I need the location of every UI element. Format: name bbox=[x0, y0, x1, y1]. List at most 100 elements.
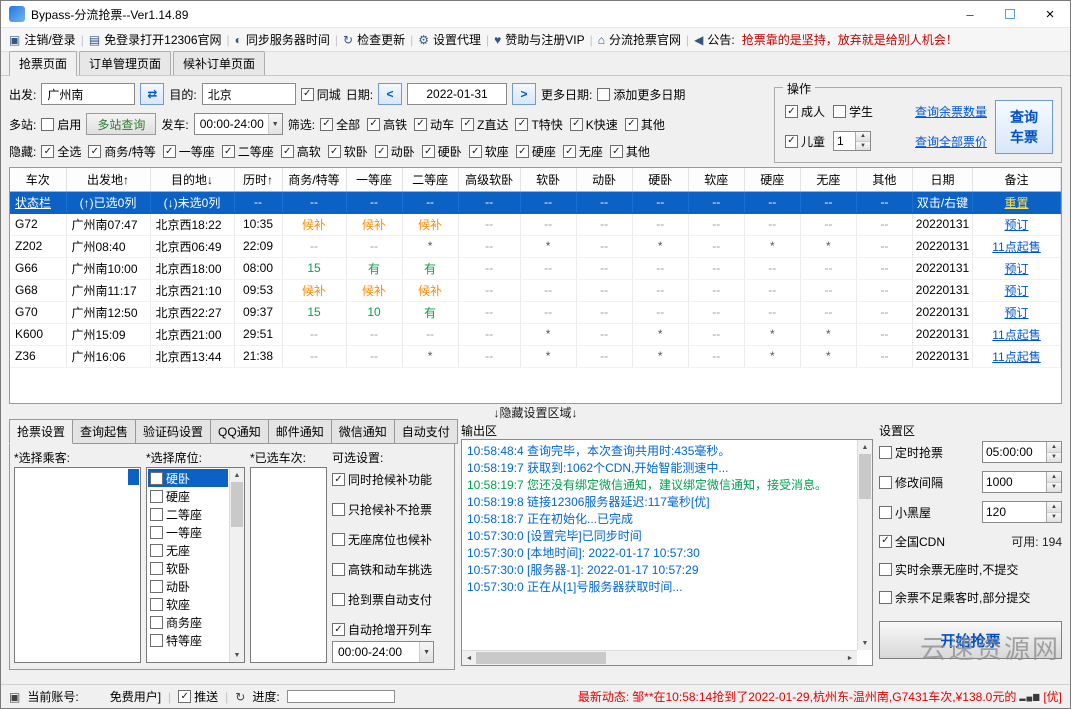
spinner-down-button[interactable]: ▼ bbox=[856, 141, 871, 150]
seat-list-scrollbar[interactable]: ▲ ▼ bbox=[229, 468, 244, 662]
blacklist-checkbox[interactable]: 小黑屋 bbox=[879, 504, 931, 521]
scroll-up-icon[interactable]: ▲ bbox=[858, 440, 872, 454]
column-header[interactable]: 日期 bbox=[912, 168, 973, 192]
menu-sponsor-vip[interactable]: ♥ 赞助与注册VIP bbox=[494, 31, 584, 48]
scroll-track[interactable] bbox=[858, 454, 872, 636]
seat-option[interactable]: 动卧 bbox=[148, 577, 228, 595]
swap-stations-button[interactable]: ⇄ bbox=[140, 83, 165, 105]
optional-setting-checkbox[interactable]: 只抢候补不抢票 bbox=[332, 501, 450, 518]
menu-check-update[interactable]: ↻ 检查更新 bbox=[343, 31, 405, 48]
column-header[interactable]: 动卧 bbox=[576, 168, 633, 192]
action-link[interactable]: 预订 bbox=[1004, 284, 1028, 298]
passenger-listbox[interactable] bbox=[14, 467, 141, 663]
hide-checkbox[interactable]: ✓ 商务/特等 bbox=[88, 143, 156, 160]
tab-wechat-notify[interactable]: 微信通知 bbox=[330, 419, 395, 444]
scroll-thumb[interactable] bbox=[476, 652, 606, 664]
date-input[interactable]: 2022-01-31 bbox=[407, 83, 508, 105]
seat-option[interactable]: 软座 bbox=[148, 595, 228, 613]
column-header[interactable]: 硬卧 bbox=[632, 168, 689, 192]
partial-submit-checkbox[interactable]: 余票不足乘客时,部分提交 bbox=[879, 589, 1030, 606]
hide-checkbox[interactable]: ✓ 硬座 bbox=[515, 143, 556, 160]
train-row[interactable]: G70 广州南12:50 北京西22:27 09:37 15 10 有 -- -- -- -- -- -… bbox=[10, 301, 1061, 324]
filter-checkbox[interactable]: ✓ 全部 bbox=[320, 116, 360, 133]
seat-option[interactable]: 特等座 bbox=[148, 631, 228, 649]
add-more-dates-checkbox[interactable]: 添加更多日期 bbox=[597, 86, 685, 103]
tab-order-management[interactable]: 订单管理页面 bbox=[79, 51, 172, 75]
column-header[interactable]: 二等座 bbox=[402, 168, 459, 192]
menu-set-proxy[interactable]: ⚙ 设置代理 bbox=[418, 31, 481, 48]
column-header[interactable]: 备注 bbox=[972, 168, 1061, 192]
tab-waitlist-orders[interactable]: 候补订单页面 bbox=[173, 51, 266, 75]
hide-checkbox[interactable]: ✓ 无座 bbox=[562, 143, 603, 160]
column-header[interactable]: 出发地↑ bbox=[66, 168, 151, 192]
tab-query-sale[interactable]: 查询起售 bbox=[72, 419, 137, 444]
tab-qq-notify[interactable]: QQ通知 bbox=[210, 419, 269, 444]
seat-option[interactable]: 软卧 bbox=[148, 559, 228, 577]
scroll-thumb[interactable] bbox=[231, 482, 243, 527]
menu-open-12306[interactable]: ▤ 免登录打开12306官网 bbox=[89, 31, 222, 48]
action-link[interactable]: 预订 bbox=[1004, 262, 1028, 276]
hide-checkbox[interactable]: ✓ 软座 bbox=[468, 143, 509, 160]
maximize-button[interactable] bbox=[990, 1, 1030, 27]
minimize-button[interactable]: – bbox=[950, 1, 990, 27]
optional-setting-checkbox[interactable]: ✓ 同时抢候补功能 bbox=[332, 471, 450, 488]
query-price-link[interactable]: 查询全部票价 bbox=[915, 133, 987, 150]
column-header[interactable]: 软卧 bbox=[520, 168, 577, 192]
train-row[interactable]: Z202 广州08:40 北京西06:49 22:09 -- -- * -- * -- * -- * * -… bbox=[10, 235, 1061, 258]
menu-announcement[interactable]: ◀ 公告: bbox=[694, 31, 735, 48]
hide-checkbox[interactable]: ✓ 高软 bbox=[280, 143, 321, 160]
tab-captcha-settings[interactable]: 验证码设置 bbox=[135, 419, 212, 444]
enable-multi-station-checkbox[interactable]: 启用 bbox=[41, 116, 81, 133]
optional-setting-checkbox[interactable]: 高铁和动车挑选 bbox=[332, 561, 450, 578]
spinner-up-button[interactable]: ▲ bbox=[1047, 502, 1061, 513]
filter-checkbox[interactable]: ✓ Z直达 bbox=[461, 116, 508, 133]
seat-listbox[interactable]: 硬卧 硬座 二等座 一等座 无座 软卧 动卧 软座 商务座 特等座 ▲ ▼ bbox=[146, 467, 245, 663]
time-range-select[interactable]: 00:00-24:00 ▼ bbox=[332, 641, 434, 663]
query-remaining-link[interactable]: 查询余票数量 bbox=[915, 103, 987, 120]
column-header[interactable]: 高级软卧 bbox=[458, 168, 521, 192]
filter-checkbox[interactable]: ✓ 其他 bbox=[624, 116, 665, 133]
column-header[interactable]: 商务/特等 bbox=[282, 168, 347, 192]
action-link[interactable]: 11点起售 bbox=[992, 350, 1040, 364]
timed-grab-spinner[interactable]: 05:00:00 ▲ ▼ bbox=[982, 441, 1062, 463]
same-city-checkbox[interactable]: ✓ 同城 bbox=[300, 86, 341, 103]
date-prev-button[interactable]: < bbox=[378, 83, 403, 105]
status-bar-link[interactable]: 状态栏 bbox=[15, 196, 51, 210]
spinner-up-button[interactable]: ▲ bbox=[1047, 472, 1061, 483]
action-link[interactable]: 预订 bbox=[1004, 306, 1028, 320]
hide-checkbox[interactable]: ✓ 二等座 bbox=[221, 143, 274, 160]
tab-grab-page[interactable]: 抢票页面 bbox=[9, 51, 78, 76]
column-header[interactable]: 硬座 bbox=[744, 168, 801, 192]
column-header[interactable]: 历时↑ bbox=[234, 168, 283, 192]
column-header[interactable]: 车次 bbox=[10, 168, 67, 192]
train-row[interactable]: K600 广州15:09 北京西21:00 29:51 -- -- -- -- * -- * -- * *… bbox=[10, 323, 1061, 346]
push-checkbox[interactable]: ✓ 推送 bbox=[178, 688, 218, 705]
tab-mail-notify[interactable]: 邮件通知 bbox=[267, 419, 332, 444]
close-button[interactable]: × bbox=[1030, 1, 1070, 27]
column-header[interactable]: 目的地↓ bbox=[150, 168, 235, 192]
student-checkbox[interactable]: 学生 bbox=[833, 103, 873, 120]
hide-checkbox[interactable]: ✓ 一等座 bbox=[162, 143, 215, 160]
date-next-button[interactable]: > bbox=[512, 83, 537, 105]
tab-grab-settings[interactable]: 抢票设置 bbox=[9, 419, 74, 444]
seat-option[interactable]: 硬座 bbox=[148, 487, 228, 505]
depart-time-select[interactable]: 00:00-24:00 ▼ bbox=[193, 113, 283, 135]
filter-checkbox[interactable]: ✓ K快速 bbox=[569, 116, 618, 133]
hide-checkbox[interactable]: ✓ 其他 bbox=[609, 143, 650, 160]
output-horizontal-scrollbar[interactable]: ◄ ► bbox=[462, 650, 857, 665]
seat-option[interactable]: 商务座 bbox=[148, 613, 228, 631]
optional-setting-checkbox[interactable]: 抢到票自动支付 bbox=[332, 591, 450, 608]
column-header[interactable]: 一等座 bbox=[346, 168, 403, 192]
spinner-down-button[interactable]: ▼ bbox=[1047, 512, 1061, 522]
menu-official-site[interactable]: ⌂ 分流抢票官网 bbox=[598, 31, 681, 48]
multi-station-query-button[interactable]: 多站查询 bbox=[86, 113, 157, 135]
query-tickets-button[interactable]: 查询车票 bbox=[995, 100, 1053, 154]
action-link[interactable]: 预订 bbox=[1004, 218, 1028, 232]
menu-sync-server-time[interactable]: ◐ 同步服务器时间 bbox=[235, 31, 330, 48]
interval-spinner[interactable]: 1000 ▲ ▼ bbox=[982, 471, 1062, 493]
scroll-track[interactable] bbox=[476, 651, 843, 665]
status-row[interactable]: 状态栏 (↑)已选0列 (↓)未选0列 -- -- -- -- -- -- -- -- -- -- -- -… bbox=[10, 191, 1061, 214]
menu-logout-login[interactable]: ▣ 注销/登录 bbox=[9, 31, 76, 48]
child-count-spinner[interactable]: 1 ▲ ▼ bbox=[833, 131, 872, 151]
filter-checkbox[interactable]: ✓ 动车 bbox=[414, 116, 454, 133]
